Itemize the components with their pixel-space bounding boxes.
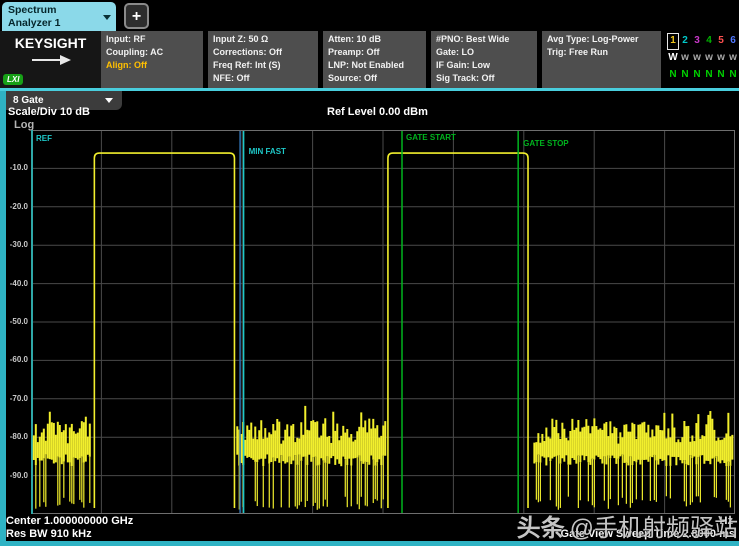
settings-panel[interactable]: Avg Type: Log-PowerTrig: Free Run <box>542 31 661 88</box>
spectrum-analyzer-screen: Spectrum Analyzer 1 Swept SA + KEYSIGHT … <box>0 0 739 546</box>
tab-spectrum-analyzer-1[interactable]: Spectrum Analyzer 1 Swept SA <box>2 2 116 31</box>
trace-1-type[interactable]: W <box>667 50 679 67</box>
trace-2-state[interactable]: N <box>679 67 691 84</box>
y-tick-label: -30.0 <box>0 240 28 249</box>
trace-6-state[interactable]: N <box>727 67 739 84</box>
trace-3-type[interactable]: w <box>691 50 703 67</box>
trace-4-state[interactable]: N <box>703 67 715 84</box>
brand-name: KEYSIGHT <box>0 35 101 51</box>
y-tick-label: -50.0 <box>0 317 28 326</box>
settings-line: Avg Type: Log-Power <box>547 33 661 46</box>
trace-display-area: MIN FAST GATE START GATE STOP REF <box>31 130 735 514</box>
trace-6-type[interactable]: w <box>727 50 739 67</box>
settings-line: Align: Off <box>106 59 203 72</box>
svg-text:GATE STOP: GATE STOP <box>523 139 569 148</box>
settings-line: #PNO: Best Wide <box>436 33 537 46</box>
trace-3-number[interactable]: 3 <box>691 33 703 50</box>
settings-panel[interactable]: #PNO: Best WideGate: LOIF Gain: LowSig T… <box>431 31 537 88</box>
tab-title: Spectrum Analyzer 1 <box>8 4 102 29</box>
trace-indicator-panel[interactable]: 123456WwwwwwNNNNNN <box>663 31 739 88</box>
center-frequency-annotation: Center 1.000000000 GHz <box>6 515 133 527</box>
settings-line: Coupling: AC <box>106 46 203 59</box>
watermark-prefix: 头条 <box>517 515 565 542</box>
trace-3-state[interactable]: N <box>691 67 703 84</box>
settings-line: NFE: Off <box>213 72 318 85</box>
y-tick-label: -90.0 <box>0 471 28 480</box>
trace-1-number[interactable]: 1 <box>667 33 679 50</box>
watermark: 头条@手机射频驿站 <box>517 516 738 542</box>
settings-line: LNP: Not Enabled <box>328 59 426 72</box>
settings-line: Preamp: Off <box>328 46 426 59</box>
trace-2-type[interactable]: w <box>679 50 691 67</box>
y-tick-label: -10.0 <box>0 163 28 172</box>
y-tick-label: -20.0 <box>0 202 28 211</box>
svg-text:MIN FAST: MIN FAST <box>249 147 286 156</box>
y-axis-labels: -10.0 -20.0 -30.0 -40.0 -50.0 -60.0 -70.0 -80.0… <box>0 130 28 514</box>
chevron-down-icon <box>103 15 111 20</box>
trace-5-state[interactable]: N <box>715 67 727 84</box>
settings-panel[interactable]: Input Z: 50 ΩCorrections: OffFreq Ref: I… <box>208 31 318 88</box>
trace-5-type[interactable]: w <box>715 50 727 67</box>
y-tick-label: -40.0 <box>0 279 28 288</box>
settings-line: IF Gain: Low <box>436 59 537 72</box>
settings-line: Input: RF <box>106 33 203 46</box>
watermark-handle: @手机射频驿站 <box>570 515 738 542</box>
settings-line: Atten: 10 dB <box>328 33 426 46</box>
gate-dropdown-value: 8 Gate <box>13 95 44 106</box>
trace-1-state[interactable]: N <box>667 67 679 84</box>
keysight-logo: KEYSIGHT LXI <box>0 31 101 88</box>
res-bw-annotation: Res BW 910 kHz <box>6 528 92 540</box>
settings-line: Sig Track: Off <box>436 72 537 85</box>
y-tick-label: -60.0 <box>0 355 28 364</box>
trace-2-number[interactable]: 2 <box>679 33 691 50</box>
y-tick-label: -70.0 <box>0 394 28 403</box>
trace-4-type[interactable]: w <box>703 50 715 67</box>
settings-line: Corrections: Off <box>213 46 318 59</box>
settings-line: Trig: Free Run <box>547 46 661 59</box>
add-tab-button[interactable]: + <box>124 3 149 29</box>
status-header: KEYSIGHT LXI Input: RFCoupling: ACAlign:… <box>0 31 739 88</box>
trace-6-number[interactable]: 6 <box>727 33 739 50</box>
svg-text:GATE START: GATE START <box>406 133 456 142</box>
settings-line: Source: Off <box>328 72 426 85</box>
settings-line: Freq Ref: Int (S) <box>213 59 318 72</box>
y-tick-label: -80.0 <box>0 432 28 441</box>
plot-canvas: MIN FAST GATE START GATE STOP REF <box>31 130 735 514</box>
trace-5-number[interactable]: 5 <box>715 33 727 50</box>
scale-per-div-label: Scale/Div 10 dB <box>8 106 90 118</box>
ref-level-label: Ref Level 0.00 dBm <box>327 106 428 118</box>
keysight-arrow-icon <box>30 54 72 66</box>
trace-4-number[interactable]: 4 <box>703 33 715 50</box>
settings-line: Input Z: 50 Ω <box>213 33 318 46</box>
svg-text:REF: REF <box>36 134 52 143</box>
chevron-down-icon <box>105 98 113 103</box>
settings-panel[interactable]: Atten: 10 dBPreamp: OffLNP: Not EnabledS… <box>323 31 426 88</box>
settings-line: Gate: LO <box>436 46 537 59</box>
settings-panel[interactable]: Input: RFCoupling: ACAlign: Off <box>101 31 203 88</box>
lxi-badge: LXI <box>3 74 23 85</box>
